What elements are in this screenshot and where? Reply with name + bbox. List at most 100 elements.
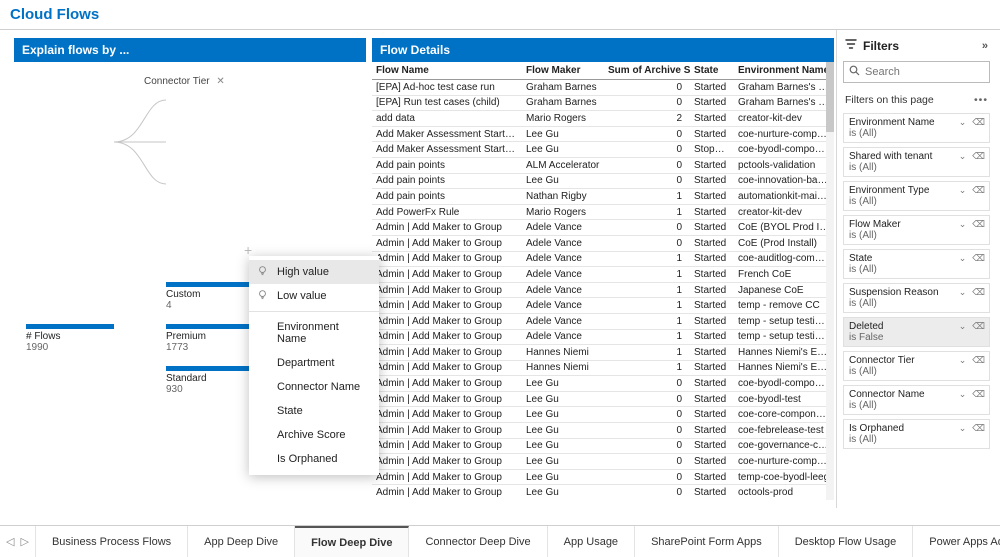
chevron-down-icon[interactable]: ⌄ [959, 151, 967, 162]
ctx-department[interactable]: Department [249, 351, 379, 375]
table-row[interactable]: Admin | Add Maker to GroupAdele Vance1St… [372, 251, 834, 267]
filter-connector-tier[interactable]: Connector Tieris (All)⌄⌫ [843, 351, 990, 381]
tab-app-usage[interactable]: App Usage [548, 526, 635, 557]
cell-state: Started [690, 454, 734, 470]
table-row[interactable]: Admin | Add Maker to GroupLee Gu0Started… [372, 407, 834, 423]
tree-node-custom[interactable]: Custom4 [166, 282, 254, 311]
scroll-thumb[interactable] [826, 62, 834, 132]
tab-app-deep-dive[interactable]: App Deep Dive [188, 526, 295, 557]
filter-state[interactable]: Stateis (All)⌄⌫ [843, 249, 990, 279]
table-row[interactable]: Admin | Add Maker to GroupLee Gu0Started… [372, 391, 834, 407]
clear-filter-icon[interactable]: ⌫ [972, 117, 985, 128]
table-row[interactable]: add dataMario Rogers2Startedcreator-kit-… [372, 111, 834, 127]
table-scrollbar[interactable] [826, 62, 834, 500]
cell-flow-name: Admin | Add Maker to Group [372, 407, 522, 423]
cell-flow-name: Add pain points [372, 173, 522, 189]
table-row[interactable]: Add pain pointsLee Gu0Startedcoe-innovat… [372, 173, 834, 189]
col-flow-name[interactable]: Flow Name [372, 62, 522, 80]
table-row[interactable]: Admin | Add Maker to GroupLee Gu0Started… [372, 438, 834, 454]
table-row[interactable]: Admin | Add Maker to GroupLee Gu0Started… [372, 423, 834, 439]
collapse-pane-icon[interactable]: » [982, 40, 988, 52]
cell-archive-score: 0 [604, 235, 690, 251]
more-options-icon[interactable]: ••• [974, 94, 988, 106]
filter-search-input[interactable] [865, 66, 984, 78]
clear-filter-icon[interactable]: ⌫ [972, 253, 985, 264]
chevron-down-icon[interactable]: ⌄ [959, 321, 967, 332]
flow-details-visual[interactable]: Flow Details Flow NameFlow MakerSum of A… [372, 38, 834, 500]
table-row[interactable]: Add Maker Assessment Starter DataLee Gu0… [372, 126, 834, 142]
clear-filter-icon[interactable]: ⌫ [972, 219, 985, 230]
cell-archive-score: 1 [604, 204, 690, 220]
clear-filter-icon[interactable]: ⌫ [972, 185, 985, 196]
context-menu: High valueLow value Environment NameDepa… [249, 256, 379, 475]
table-row[interactable]: Add Maker Assessment Starter DataLee Gu0… [372, 142, 834, 158]
chevron-down-icon[interactable]: ⌄ [959, 185, 967, 196]
tree-node-premium[interactable]: Premium1773 [166, 324, 254, 353]
col-flow-maker[interactable]: Flow Maker [522, 62, 604, 80]
tab-flow-deep-dive[interactable]: Flow Deep Dive [295, 526, 409, 557]
clear-filter-icon[interactable]: ⌫ [972, 151, 985, 162]
col-state[interactable]: State [690, 62, 734, 80]
ctx-archive-score[interactable]: Archive Score [249, 423, 379, 447]
filter-environment-type[interactable]: Environment Typeis (All)⌄⌫ [843, 181, 990, 211]
ctx-state[interactable]: State [249, 399, 379, 423]
table-row[interactable]: Add PowerFx RuleMario Rogers1Startedcrea… [372, 204, 834, 220]
clear-filter-icon[interactable]: ⌫ [972, 423, 985, 434]
tab-business-process-flows[interactable]: Business Process Flows [36, 526, 188, 557]
table-row[interactable]: Admin | Add Maker to GroupLee Gu0Started… [372, 485, 834, 500]
table-row[interactable]: Admin | Add Maker to GroupAdele Vance0St… [372, 235, 834, 251]
tab-prev-icon[interactable]: ◁ [6, 535, 14, 548]
table-row[interactable]: [EPA] Ad-hoc test case runGraham Barnes0… [372, 80, 834, 96]
table-row[interactable]: Admin | Add Maker to GroupLee Gu0Started… [372, 469, 834, 485]
ctx-environment-name[interactable]: Environment Name [249, 315, 379, 351]
col-sum-of-archive-score[interactable]: Sum of Archive Score [604, 62, 690, 80]
tab-connector-deep-dive[interactable]: Connector Deep Dive [409, 526, 547, 557]
filter-is-orphaned[interactable]: Is Orphanedis (All)⌄⌫ [843, 419, 990, 449]
table-row[interactable]: Add pain pointsNathan Rigby1Startedautom… [372, 189, 834, 205]
tab-sharepoint-form-apps[interactable]: SharePoint Form Apps [635, 526, 779, 557]
chevron-down-icon[interactable]: ⌄ [959, 389, 967, 400]
cell-flow-name: Admin | Add Maker to Group [372, 282, 522, 298]
chevron-down-icon[interactable]: ⌄ [959, 117, 967, 128]
clear-filter-icon[interactable]: ⌫ [972, 321, 985, 332]
tree-root[interactable]: # Flows 1990 [26, 324, 114, 353]
table-row[interactable]: Admin | Add Maker to GroupAdele Vance0St… [372, 220, 834, 236]
table-row[interactable]: Admin | Add Maker to GroupAdele Vance1St… [372, 329, 834, 345]
clear-filter-icon[interactable]: ⌫ [972, 355, 985, 366]
ctx-is-orphaned[interactable]: Is Orphaned [249, 447, 379, 471]
filter-suspension-reason[interactable]: Suspension Reasonis (All)⌄⌫ [843, 283, 990, 313]
tab-power-apps-adoption[interactable]: Power Apps Adoption [913, 526, 1000, 557]
cell-state: Started [690, 329, 734, 345]
table-row[interactable]: Admin | Add Maker to GroupAdele Vance1St… [372, 282, 834, 298]
tab-next-icon[interactable]: ▷ [20, 535, 28, 548]
table-row[interactable]: [EPA] Run test cases (child)Graham Barne… [372, 95, 834, 111]
chevron-down-icon[interactable]: ⌄ [959, 423, 967, 434]
table-row[interactable]: Add pain pointsALM Accelerator0Startedpc… [372, 157, 834, 173]
chevron-down-icon[interactable]: ⌄ [959, 287, 967, 298]
table-row[interactable]: Admin | Add Maker to GroupHannes Niemi1S… [372, 360, 834, 376]
col-environment-name[interactable]: Environment Name [734, 62, 834, 80]
ctx-connector-name[interactable]: Connector Name [249, 375, 379, 399]
chevron-down-icon[interactable]: ⌄ [959, 355, 967, 366]
clear-filter-icon[interactable]: ⌫ [972, 389, 985, 400]
table-row[interactable]: Admin | Add Maker to GroupLee Gu0Started… [372, 376, 834, 392]
table-row[interactable]: Admin | Add Maker to GroupAdele Vance1St… [372, 313, 834, 329]
tab-desktop-flow-usage[interactable]: Desktop Flow Usage [779, 526, 914, 557]
ctx-low-value[interactable]: Low value [249, 284, 379, 308]
table-row[interactable]: Admin | Add Maker to GroupHannes Niemi1S… [372, 345, 834, 361]
filter-environment-name[interactable]: Environment Nameis (All)⌄⌫ [843, 113, 990, 143]
table-row[interactable]: Admin | Add Maker to GroupAdele Vance1St… [372, 298, 834, 314]
clear-filter-icon[interactable]: ⌫ [972, 287, 985, 298]
tree-node-standard[interactable]: Standard930 [166, 366, 254, 395]
table-row[interactable]: Admin | Add Maker to GroupAdele Vance1St… [372, 267, 834, 283]
cell-archive-score: 0 [604, 391, 690, 407]
table-row[interactable]: Admin | Add Maker to GroupLee Gu0Started… [372, 454, 834, 470]
filter-shared-with-tenant[interactable]: Shared with tenantis (All)⌄⌫ [843, 147, 990, 177]
chevron-down-icon[interactable]: ⌄ [959, 253, 967, 264]
chevron-down-icon[interactable]: ⌄ [959, 219, 967, 230]
filter-connector-name[interactable]: Connector Nameis (All)⌄⌫ [843, 385, 990, 415]
filter-flow-maker[interactable]: Flow Makeris (All)⌄⌫ [843, 215, 990, 245]
ctx-high-value[interactable]: High value [249, 260, 379, 284]
filter-search[interactable] [843, 61, 990, 83]
filter-deleted[interactable]: Deletedis False⌄⌫ [843, 317, 990, 347]
